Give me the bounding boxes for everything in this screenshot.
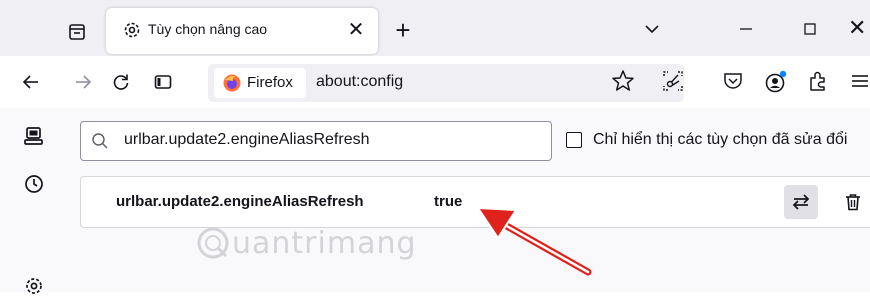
reload-button[interactable] xyxy=(108,69,134,95)
forward-arrow-icon xyxy=(76,75,92,89)
sidebar-icon xyxy=(154,75,172,89)
screenshot-icon[interactable] xyxy=(660,68,686,94)
search-input-value: urlbar.update2.engineAliasRefresh xyxy=(124,131,370,148)
history-clock-icon[interactable] xyxy=(22,172,46,196)
back-arrow-icon xyxy=(22,75,38,89)
annotation-arrow-icon xyxy=(477,207,592,276)
settings-gear-icon[interactable] xyxy=(22,274,46,298)
toggle-arrows-icon xyxy=(792,194,810,210)
toggle-button[interactable] xyxy=(784,185,818,219)
preference-name: urlbar.update2.engineAliasRefresh xyxy=(116,193,364,210)
delete-button[interactable] xyxy=(836,185,870,219)
preference-value[interactable]: true xyxy=(434,193,462,210)
forward-button[interactable] xyxy=(70,69,96,95)
extensions-icon[interactable] xyxy=(806,68,832,94)
tab-title: Tùy chọn nâng cao xyxy=(148,21,268,37)
firefox-logo-icon xyxy=(223,74,241,92)
tab-close-button[interactable]: ✕ xyxy=(342,15,370,43)
back-button[interactable] xyxy=(18,69,44,95)
watermark: uantrimang xyxy=(232,226,417,261)
chevron-down-icon[interactable] xyxy=(640,17,664,41)
trash-icon xyxy=(846,194,860,211)
maximize-icon[interactable] xyxy=(798,17,822,41)
watermark-logo-icon xyxy=(197,227,229,259)
tab-list-button[interactable] xyxy=(58,14,96,50)
sync-tabs-icon[interactable] xyxy=(22,124,46,148)
hamburger-menu-icon[interactable] xyxy=(846,68,870,94)
settings-gear-icon xyxy=(124,22,140,38)
tab-list-icon xyxy=(69,24,85,40)
bookmark-star-icon[interactable] xyxy=(610,68,636,94)
pocket-icon[interactable] xyxy=(720,68,746,94)
close-icon[interactable]: ✕ xyxy=(848,15,870,40)
account-icon[interactable] xyxy=(762,68,790,96)
show-modified-label[interactable]: Chỉ hiển thị các tùy chọn đã sửa đổi xyxy=(593,131,847,149)
show-modified-checkbox[interactable] xyxy=(566,132,582,148)
reload-icon xyxy=(113,74,129,90)
identity-label: Firefox xyxy=(247,74,293,91)
search-icon xyxy=(92,133,108,149)
sidebar-toggle-button[interactable] xyxy=(150,69,176,95)
minimize-icon[interactable] xyxy=(734,17,758,41)
url-text[interactable]: about:config xyxy=(316,73,403,91)
new-tab-button[interactable]: + xyxy=(388,15,418,45)
